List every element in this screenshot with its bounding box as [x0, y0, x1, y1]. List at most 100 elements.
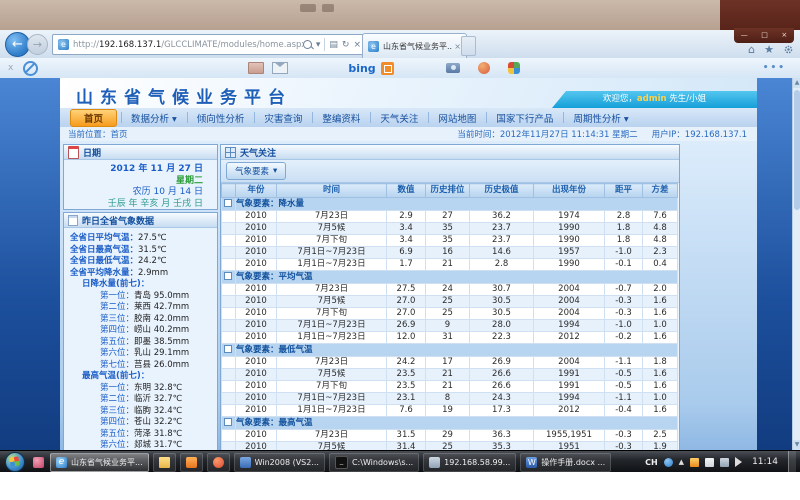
taskbar-button-6[interactable]: 192.168.58.99...	[423, 453, 516, 472]
rank-value: 郯城 31.7℃	[134, 440, 182, 450]
bing-logo[interactable]: bing	[348, 62, 375, 75]
scrollbar[interactable]: ▲ ▼	[792, 78, 800, 450]
browser-tab[interactable]: e 山东省气候业务平... ×	[362, 33, 467, 58]
url-text[interactable]: http://192.168.137.1/GLCCLIMATE/modules/…	[73, 40, 303, 50]
volume-icon[interactable]	[735, 457, 742, 467]
table-group-row[interactable]: 气象要素：最高气温	[222, 417, 678, 430]
tools-gear-icon[interactable]	[783, 44, 794, 55]
calendar-icon	[68, 146, 79, 159]
table-group-row[interactable]: 气象要素：平均气温	[222, 271, 678, 284]
card-icon[interactable]	[248, 62, 264, 74]
search-icon[interactable]	[303, 40, 312, 49]
stop-icon[interactable]: ×	[353, 40, 361, 50]
collapse-checkbox-icon[interactable]	[224, 345, 232, 353]
language-indicator[interactable]: CH	[645, 458, 658, 467]
tray-app-icon[interactable]	[664, 458, 673, 467]
table-group-row[interactable]: 气象要素：降水量	[222, 198, 678, 211]
block-icon[interactable]	[23, 61, 38, 76]
table-header-cell[interactable]: 出现年份	[534, 184, 605, 198]
nav-item-0[interactable]: 首页	[70, 109, 117, 127]
table-cell: 2004	[534, 296, 605, 308]
nav-item-5[interactable]: 天气关注	[370, 109, 428, 127]
nav-item-3[interactable]: 灾害查询	[254, 109, 312, 127]
table-cell: 14.6	[470, 247, 534, 259]
table-header-cell[interactable]: 距平	[605, 184, 643, 198]
collapse-checkbox-icon[interactable]	[224, 418, 232, 426]
home-icon[interactable]: ⌂	[748, 43, 755, 56]
tray-alert-icon[interactable]	[690, 458, 699, 467]
rank-line: 第一位：东明 32.8℃	[70, 383, 217, 395]
address-bar[interactable]: e http://192.168.137.1/GLCCLIMATE/module…	[52, 34, 365, 55]
share-icon[interactable]	[508, 62, 520, 74]
tab-title[interactable]: 山东省气候业务平...	[383, 41, 452, 52]
network-icon[interactable]	[720, 458, 729, 467]
table-cell: 2.8	[470, 259, 534, 271]
action-center-flag-icon[interactable]	[705, 458, 714, 467]
minimize-icon[interactable]: —	[741, 32, 748, 39]
start-button[interactable]	[5, 452, 25, 472]
table-cell: 21	[426, 381, 470, 393]
nav-item-4[interactable]: 整编资料	[312, 109, 370, 127]
show-desktop-button[interactable]	[788, 451, 796, 473]
collapse-checkbox-icon[interactable]	[224, 272, 232, 280]
table-group-row[interactable]: 气象要素：最低气温	[222, 344, 678, 357]
tray-expand-icon[interactable]: ▲	[679, 458, 684, 466]
taskbar-button-4[interactable]: Win2008 (VS2...	[234, 453, 325, 472]
maximize-icon[interactable]: □	[761, 32, 768, 39]
close-icon[interactable]: x	[8, 63, 13, 73]
cmd-icon: _	[335, 456, 348, 469]
table-cell: 1.6	[643, 308, 678, 320]
table-header-cell[interactable]: 年份	[236, 184, 277, 198]
table-cell: 4.8	[643, 235, 678, 247]
table-cell: 16	[426, 247, 470, 259]
nav-item-7[interactable]: 国家下行产品	[486, 109, 563, 127]
media-player-icon	[213, 457, 224, 468]
clock[interactable]: 11:14	[752, 457, 778, 467]
pinned-app-icon[interactable]	[33, 457, 44, 468]
taskbar-button-7[interactable]: W操作手册.docx ...	[520, 453, 611, 472]
forward-button[interactable]: →	[27, 34, 48, 55]
scroll-up-icon[interactable]: ▲	[793, 78, 800, 88]
taskbar-button-3[interactable]	[207, 453, 230, 472]
table-cell: 2010	[236, 308, 277, 320]
compatibility-icon[interactable]: ▤	[329, 40, 338, 50]
scroll-down-icon[interactable]: ▼	[793, 440, 800, 450]
favorites-star-icon[interactable]: ★	[764, 43, 774, 56]
rank-position: 第三位：	[100, 406, 134, 416]
overflow-icon[interactable]: •••	[763, 63, 786, 73]
search-dropdown-icon[interactable]: ▾	[316, 40, 321, 50]
refresh-icon[interactable]: ↻	[342, 40, 350, 50]
taskbar-button-2[interactable]	[180, 453, 203, 472]
nav-item-1[interactable]: 数据分析 ▾	[121, 109, 187, 127]
camera-icon[interactable]	[446, 63, 460, 73]
bing-app-icon[interactable]	[381, 62, 394, 75]
table-cell: -0.5	[605, 381, 643, 393]
new-tab-button[interactable]	[461, 36, 476, 56]
stat-line: 全省日最高气温：31.5℃	[70, 245, 217, 257]
element-filter-button[interactable]: 气象要素▾	[226, 162, 286, 180]
taskbar-button-label: 操作手册.docx ...	[541, 457, 605, 468]
table-header-cell[interactable]: 方差	[643, 184, 678, 198]
taskbar-button-0[interactable]: e山东省气候业务平...	[50, 453, 149, 472]
chat-icon[interactable]	[478, 62, 490, 74]
table-cell: 2004	[534, 308, 605, 320]
close-icon[interactable]: ×	[781, 32, 787, 39]
window-controls[interactable]: — □ ×	[734, 28, 794, 43]
taskbar-button-label: C:\Windows\s...	[352, 458, 413, 467]
collapse-checkbox-icon[interactable]	[224, 199, 232, 207]
table-cell: 2010	[236, 223, 277, 235]
table-header-cell[interactable]: 历史极值	[470, 184, 534, 198]
scrollbar-thumb[interactable]	[794, 90, 800, 210]
mail-icon[interactable]	[272, 62, 288, 74]
breadcrumb: 当前位置：首页	[68, 128, 128, 140]
table-cell: 7月23日	[277, 284, 387, 296]
row-lead-cell	[222, 332, 236, 344]
nav-item-6[interactable]: 网站地图	[428, 109, 486, 127]
nav-item-2[interactable]: 倾向性分析	[187, 109, 255, 127]
nav-item-8[interactable]: 周期性分析 ▾	[563, 109, 638, 127]
taskbar-button-5[interactable]: _ C:\Windows\s...	[329, 453, 419, 472]
table-header-cell[interactable]: 数值	[387, 184, 426, 198]
taskbar-button-1[interactable]	[153, 453, 176, 472]
table-header-cell[interactable]: 历史排位	[426, 184, 470, 198]
table-header-cell[interactable]: 时间	[277, 184, 387, 198]
